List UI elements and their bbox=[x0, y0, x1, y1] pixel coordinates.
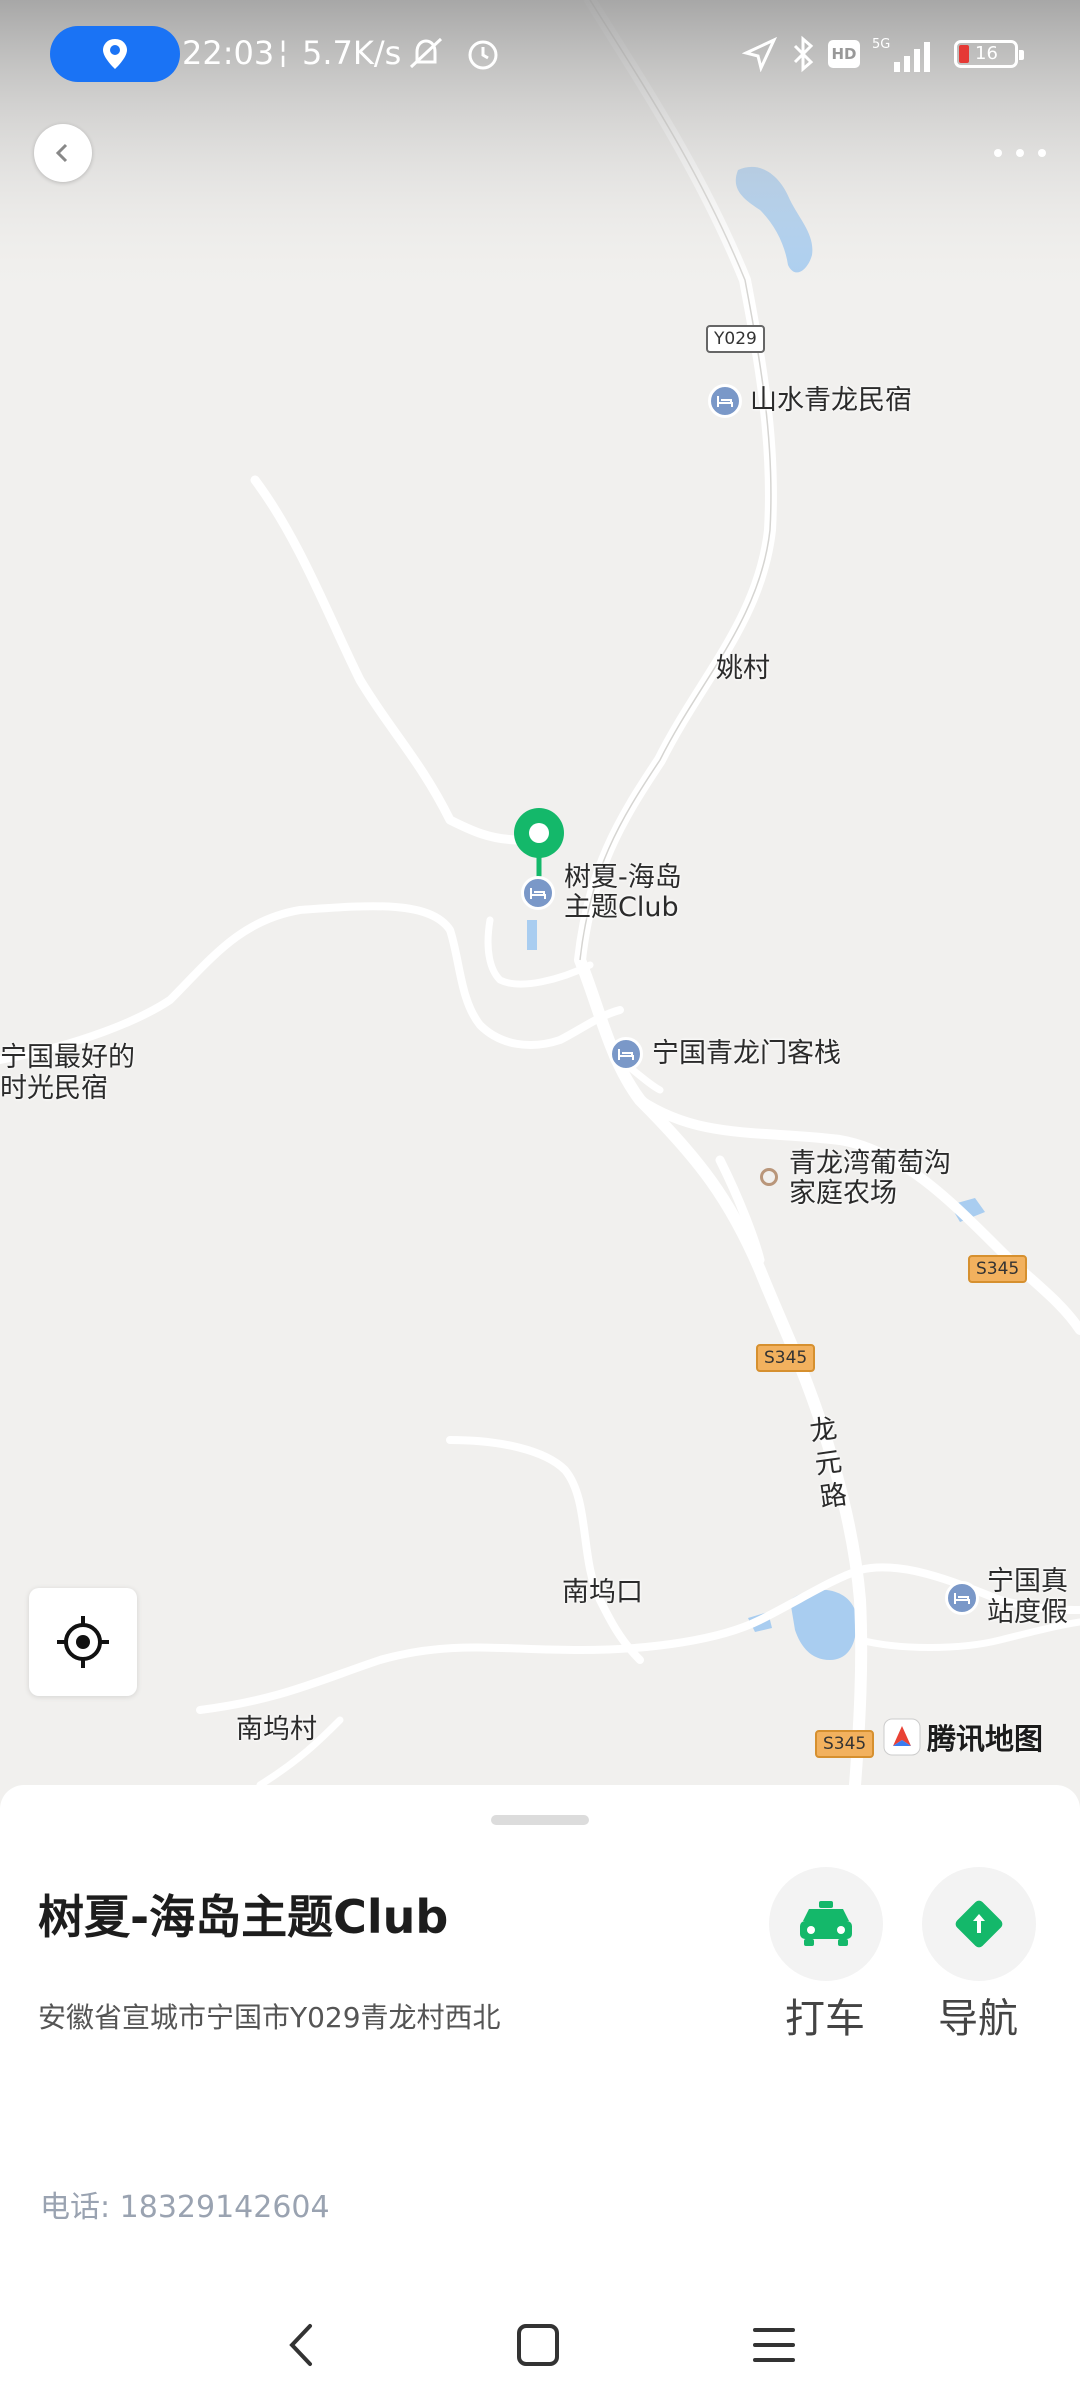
gps-arrow-icon bbox=[742, 36, 778, 72]
hotel-icon[interactable] bbox=[521, 876, 555, 910]
nav-home-button[interactable] bbox=[503, 2310, 573, 2380]
tencent-map-logo bbox=[883, 1718, 921, 1756]
back-icon bbox=[55, 143, 68, 163]
nav-menu-icon bbox=[753, 2328, 795, 2362]
poi-label-farm-line1[interactable]: 青龙湾葡萄沟 bbox=[789, 1148, 951, 1180]
hd-icon: HD bbox=[828, 40, 860, 68]
brand-text: 腾讯地图 bbox=[927, 1722, 1044, 1756]
navigate-button[interactable] bbox=[922, 1867, 1036, 1981]
farm-icon[interactable] bbox=[760, 1168, 778, 1186]
navigate-icon bbox=[955, 1900, 1003, 1948]
hotel-icon[interactable] bbox=[708, 384, 742, 418]
place-phone[interactable]: 电话: 18329142604 bbox=[40, 2190, 330, 2226]
locate-button[interactable] bbox=[29, 1588, 137, 1696]
poi-label-selected-line2[interactable]: 主题Club bbox=[564, 892, 679, 924]
taxi-icon bbox=[800, 1901, 852, 1946]
village-label-yaocun: 姚村 bbox=[716, 653, 770, 684]
bluetooth-icon bbox=[793, 35, 814, 73]
more-options-button[interactable] bbox=[990, 135, 1050, 171]
status-net-speed: 5.7K/s bbox=[302, 34, 402, 72]
status-time: 22:03 bbox=[182, 34, 275, 72]
signal-icon: 5G bbox=[872, 37, 930, 72]
drag-handle[interactable] bbox=[491, 1815, 589, 1825]
location-pin-icon bbox=[103, 39, 127, 69]
road-label-longyuan-2: 元 bbox=[812, 1446, 844, 1481]
nav-back-icon bbox=[289, 2324, 312, 2366]
poi-label-zhenshan-line1[interactable]: 宁国真 bbox=[987, 1566, 1068, 1598]
nav-menu-button[interactable] bbox=[739, 2310, 809, 2380]
svg-text:5G: 5G bbox=[872, 37, 890, 52]
alarm-icon bbox=[468, 40, 498, 70]
place-address: 安徽省宣城市宁国市Y029青龙村西北 bbox=[38, 2001, 501, 2034]
hotel-icon[interactable] bbox=[609, 1037, 643, 1071]
road-badge-s345: S345 bbox=[756, 1344, 816, 1372]
poi-label-qinglongmen[interactable]: 宁国青龙门客栈 bbox=[652, 1038, 841, 1070]
road-badge-y029: Y029 bbox=[706, 325, 765, 353]
village-label-nanwukou: 南坞口 bbox=[562, 1577, 643, 1608]
locate-icon bbox=[57, 1616, 109, 1668]
battery-level: 16 bbox=[975, 43, 998, 64]
map-view[interactable]: Y029 S345 S345 S345 山水青龙民宿 姚村 树夏-海岛 主题Cl… bbox=[0, 0, 1080, 1785]
road-label-longyuan-1: 龙 bbox=[807, 1413, 839, 1448]
hotel-icon[interactable] bbox=[945, 1581, 979, 1615]
road-badge-s345: S345 bbox=[815, 1730, 875, 1758]
village-label-nanwucun: 南坞村 bbox=[236, 1714, 317, 1745]
system-nav-bar bbox=[0, 2290, 1080, 2400]
poi-label-shanshui[interactable]: 山水青龙民宿 bbox=[750, 385, 912, 417]
more-icon bbox=[994, 149, 1046, 157]
taxi-button[interactable] bbox=[769, 1867, 883, 1981]
poi-label-best-line2[interactable]: 时光民宿 bbox=[0, 1073, 108, 1105]
battery-icon: 16 bbox=[954, 40, 1024, 68]
location-pill[interactable] bbox=[50, 26, 180, 82]
poi-label-best-line1[interactable]: 宁国最好的 bbox=[0, 1042, 135, 1074]
taxi-label[interactable]: 打车 bbox=[785, 1995, 865, 2043]
status-bar: 22:03 ¦ 5.7K/s HD 5G 16 bbox=[0, 0, 1080, 110]
mute-icon bbox=[409, 37, 443, 69]
road-label-longyuan-3: 路 bbox=[817, 1479, 849, 1514]
nav-back-button[interactable] bbox=[267, 2310, 337, 2380]
place-title: 树夏-海岛主题Club bbox=[38, 1890, 449, 1944]
poi-label-selected-line1[interactable]: 树夏-海岛 bbox=[564, 862, 682, 894]
status-divider: ¦ bbox=[278, 35, 289, 70]
poi-label-farm-line2[interactable]: 家庭农场 bbox=[789, 1178, 897, 1210]
road-badge-s345: S345 bbox=[968, 1255, 1028, 1283]
back-button[interactable] bbox=[34, 124, 92, 182]
map-brand: 腾讯地图 bbox=[883, 1716, 1043, 1758]
nav-home-icon bbox=[517, 2324, 559, 2366]
poi-label-zhenshan-line2[interactable]: 站度假 bbox=[987, 1597, 1068, 1629]
navigate-label[interactable]: 导航 bbox=[938, 1995, 1018, 2043]
